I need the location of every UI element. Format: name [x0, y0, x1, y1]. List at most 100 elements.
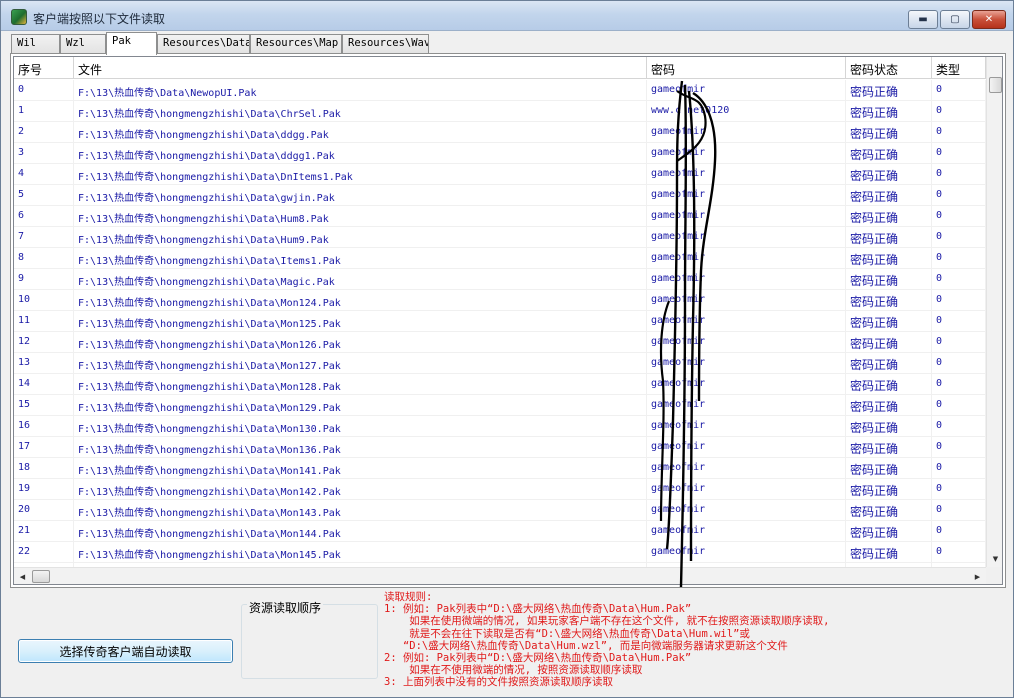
cell-status: 密码正确 [846, 374, 932, 395]
rules-line: 如果在使用微端的情况, 如果玩家客户端不存在这个文件, 就不在按照资源读取顺序读… [384, 615, 830, 628]
tab-wil[interactable]: Wil [11, 34, 60, 53]
tab-resources-map[interactable]: Resources\Map [250, 34, 342, 53]
tab-pak[interactable]: Pak [106, 32, 157, 55]
table-row[interactable]: 14 F:\13\热血传奇\hongmengzhishi\Data\Mon128.… [14, 374, 986, 395]
cell-index: 13 [14, 353, 74, 374]
cell-password: gameofmir [647, 311, 846, 332]
list-body: 0 F:\13\热血传奇\Data\NewopUI.Pak gameofmir 密码正… [14, 80, 986, 567]
title-bar: 客户端按照以下文件读取 ▬ ▢ ✕ [1, 1, 1013, 31]
cell-file: F:\13\热血传奇\hongmengzhishi\Data\Mon145.Pa… [74, 542, 647, 563]
cell-status: 密码正确 [846, 416, 932, 437]
rules-line: 1: 例如: Pak列表中“D:\盛大网络\热血传奇\Data\Hum.Pak” [384, 603, 692, 616]
column-header-status[interactable]: 密码状态 [846, 57, 932, 79]
minimize-button[interactable]: ▬ [908, 10, 938, 29]
scroll-right-arrow-icon[interactable]: ▶ [969, 568, 986, 584]
column-header-type[interactable]: 类型 [932, 57, 986, 79]
file-list[interactable]: 序号 文件 密码 密码状态 类型 0 F:\13\热血传奇\Data\NewopU… [13, 56, 1003, 585]
table-row[interactable]: 20 F:\13\热血传奇\hongmengzhishi\Data\Mon143.… [14, 500, 986, 521]
cell-file: F:\13\热血传奇\hongmengzhishi\Data\Mon129.Pa… [74, 395, 647, 416]
table-row[interactable]: 2 F:\13\热血传奇\hongmengzhishi\Data\ddgg.Pak… [14, 122, 986, 143]
cell-type: 0 [932, 185, 986, 206]
cell-index: 14 [14, 374, 74, 395]
table-row[interactable]: 19 F:\13\热血传奇\hongmengzhishi\Data\Mon142.… [14, 479, 986, 500]
table-row[interactable]: 11 F:\13\热血传奇\hongmengzhishi\Data\Mon125.… [14, 311, 986, 332]
cell-index: 18 [14, 458, 74, 479]
horizontal-scroll-thumb[interactable] [32, 570, 50, 583]
scroll-down-arrow-icon[interactable]: ▼ [987, 550, 1002, 567]
table-row[interactable]: 22 F:\13\热血传奇\hongmengzhishi\Data\Mon145.… [14, 542, 986, 563]
cell-password: gameofmir [647, 248, 846, 269]
table-row[interactable]: 12 F:\13\热血传奇\hongmengzhishi\Data\Mon126.… [14, 332, 986, 353]
table-row[interactable]: 3 F:\13\热血传奇\hongmengzhishi\Data\ddgg1.Pa… [14, 143, 986, 164]
column-header-password[interactable]: 密码 [647, 57, 846, 79]
column-header-file[interactable]: 文件 [74, 57, 647, 79]
tab-resources-data[interactable]: Resources\Data [157, 34, 250, 53]
cell-index: 20 [14, 500, 74, 521]
rules-line: 3: 上面列表中没有的文件按照资源读取顺序读取 [384, 676, 613, 689]
table-row[interactable]: 9 F:\13\热血传奇\hongmengzhishi\Data\Magic.Pa… [14, 269, 986, 290]
vertical-scrollbar[interactable]: ▼ [986, 57, 1002, 567]
rules-line: 读取规则: [384, 591, 433, 603]
vertical-scroll-thumb[interactable] [989, 77, 1002, 93]
cell-file: F:\13\热血传奇\hongmengzhishi\Data\Hum8.Pak [74, 206, 647, 227]
table-row[interactable]: 13 F:\13\热血传奇\hongmengzhishi\Data\Mon127.… [14, 353, 986, 374]
scroll-left-arrow-icon[interactable]: ◀ [14, 568, 31, 584]
tab-wzl[interactable]: Wzl [60, 34, 106, 53]
cell-index: 5 [14, 185, 74, 206]
cell-file: F:\13\热血传奇\hongmengzhishi\Data\Items1.Pa… [74, 248, 647, 269]
rules-line: 2: 例如: Pak列表中“D:\盛大网络\热血传奇\Data\Hum.Pak” [384, 652, 692, 665]
cell-file: F:\13\热血传奇\hongmengzhishi\Data\Mon124.Pa… [74, 290, 647, 311]
cell-password: gameofmir [647, 269, 846, 290]
table-row[interactable]: 7 F:\13\热血传奇\hongmengzhishi\Data\Hum9.Pak… [14, 227, 986, 248]
cell-index: 16 [14, 416, 74, 437]
cell-index: 2 [14, 122, 74, 143]
table-row[interactable]: 16 F:\13\热血传奇\hongmengzhishi\Data\Mon130.… [14, 416, 986, 437]
scrollbar-corner [986, 567, 1002, 584]
cell-password: gameofmir [647, 374, 846, 395]
close-button[interactable]: ✕ [972, 10, 1006, 29]
auto-read-client-button[interactable]: 选择传奇客户端自动读取 [18, 639, 233, 663]
table-row[interactable]: 17 F:\13\热血传奇\hongmengzhishi\Data\Mon136.… [14, 437, 986, 458]
cell-status: 密码正确 [846, 143, 932, 164]
cell-file: F:\13\热血传奇\hongmengzhishi\Data\Hum9.Pak [74, 227, 647, 248]
window-title: 客户端按照以下文件读取 [33, 12, 166, 26]
maximize-button[interactable]: ▢ [940, 10, 970, 29]
read-rules-text: 读取规则: 1: 例如: Pak列表中“D:\盛大网络\热血传奇\Data\Hum… [384, 591, 1004, 689]
table-row[interactable]: 4 F:\13\热血传奇\hongmengzhishi\Data\DnItems1… [14, 164, 986, 185]
table-row[interactable]: 5 F:\13\热血传奇\hongmengzhishi\Data\gwjin.Pa… [14, 185, 986, 206]
cell-status: 密码正确 [846, 185, 932, 206]
table-row[interactable]: 21 F:\13\热血传奇\hongmengzhishi\Data\Mon144.… [14, 521, 986, 542]
table-row[interactable]: 1 F:\13\热血传奇\hongmengzhishi\Data\ChrSel.P… [14, 101, 986, 122]
cell-status: 密码正确 [846, 500, 932, 521]
tab-resources-wav[interactable]: Resources\Wav [342, 34, 429, 53]
horizontal-scrollbar[interactable]: ◀ ▶ [14, 567, 986, 584]
cell-index: 17 [14, 437, 74, 458]
cell-status: 密码正确 [846, 332, 932, 353]
cell-type: 0 [932, 521, 986, 542]
cell-type: 0 [932, 374, 986, 395]
cell-password: gameofmir [647, 122, 846, 143]
cell-file: F:\13\热血传奇\hongmengzhishi\Data\Mon127.Pa… [74, 353, 647, 374]
table-row[interactable]: 10 F:\13\热血传奇\hongmengzhishi\Data\Mon124.… [14, 290, 986, 311]
cell-index: 6 [14, 206, 74, 227]
cell-status: 密码正确 [846, 206, 932, 227]
table-row[interactable]: 8 F:\13\热血传奇\hongmengzhishi\Data\Items1.P… [14, 248, 986, 269]
cell-status: 密码正确 [846, 227, 932, 248]
cell-password: gameofmir [647, 500, 846, 521]
cell-type: 0 [932, 479, 986, 500]
cell-index: 21 [14, 521, 74, 542]
cell-type: 0 [932, 353, 986, 374]
cell-password: gameofmir [647, 164, 846, 185]
rules-line: 如果在不使用微端的情况, 按照资源读取顺序读取 [384, 664, 643, 677]
column-header-index[interactable]: 序号 [14, 57, 74, 79]
rules-line: 就是不会在往下读取是否有“D:\盛大网络\热血传奇\Data\Hum.wil”或 [384, 627, 750, 640]
cell-file: F:\13\热血传奇\hongmengzhishi\Data\Mon130.Pa… [74, 416, 647, 437]
cell-index: 8 [14, 248, 74, 269]
cell-status: 密码正确 [846, 479, 932, 500]
cell-file: F:\13\热血传奇\hongmengzhishi\Data\Mon143.Pa… [74, 500, 647, 521]
cell-file: F:\13\热血传奇\hongmengzhishi\Data\Mon141.Pa… [74, 458, 647, 479]
table-row[interactable]: 18 F:\13\热血传奇\hongmengzhishi\Data\Mon141.… [14, 458, 986, 479]
table-row[interactable]: 6 F:\13\热血传奇\hongmengzhishi\Data\Hum8.Pak… [14, 206, 986, 227]
table-row[interactable]: 0 F:\13\热血传奇\Data\NewopUI.Pak gameofmir 密码正… [14, 80, 986, 101]
table-row[interactable]: 15 F:\13\热血传奇\hongmengzhishi\Data\Mon129.… [14, 395, 986, 416]
